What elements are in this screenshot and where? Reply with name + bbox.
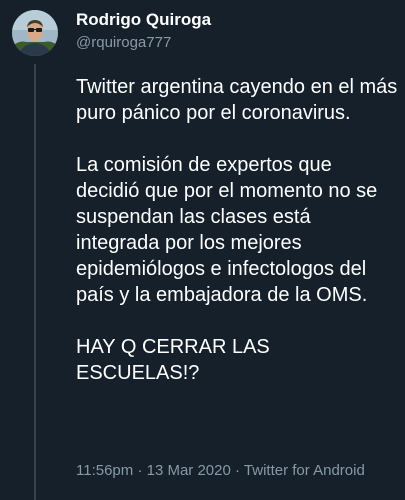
author-handle[interactable]: @rquiroga777 xyxy=(76,34,171,51)
tweet-paragraph: Twitter argentina cayendo en el más puro… xyxy=(76,76,398,124)
tweet-paragraph: La comisión de expertos que decidió que … xyxy=(76,154,378,306)
tweet-time[interactable]: 11:56pm xyxy=(76,462,133,479)
tweet-date[interactable]: 13 Mar 2020 xyxy=(147,462,231,479)
thread-line xyxy=(34,64,36,500)
tweet-text: Twitter argentina cayendo en el más puro… xyxy=(76,74,398,386)
author-display-name[interactable]: Rodrigo Quiroga xyxy=(76,10,211,30)
meta-separator: · xyxy=(235,462,241,479)
meta-separator: · xyxy=(137,462,143,479)
tweet-source[interactable]: Twitter for Android xyxy=(244,462,365,479)
avatar[interactable] xyxy=(12,10,58,56)
tweet-meta: 11:56pm · 13 Mar 2020 · Twitter for Andr… xyxy=(76,462,365,479)
avatar-image xyxy=(12,10,58,56)
tweet-paragraph: HAY Q CERRAR LAS ESCUELAS!? xyxy=(76,336,270,384)
tweet[interactable]: Rodrigo Quiroga @rquiroga777 Twitter arg… xyxy=(0,0,405,500)
